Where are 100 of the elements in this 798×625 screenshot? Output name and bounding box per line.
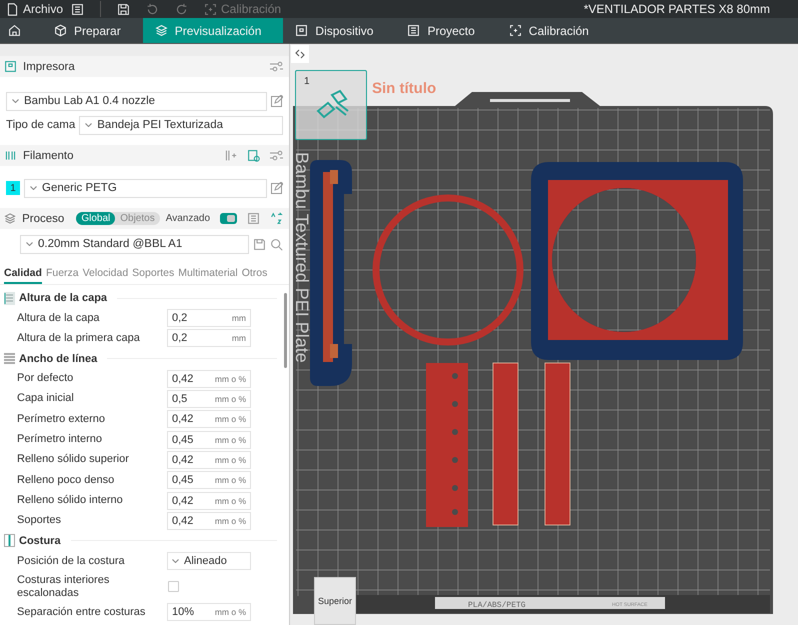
nav-tab[interactable]: Proyecto <box>395 18 497 43</box>
unit-label: mm o % <box>214 496 246 506</box>
value-field[interactable]: 0,45 mm o % <box>167 430 251 449</box>
unit-label: mm o % <box>214 374 246 384</box>
redo-icon <box>175 2 188 16</box>
menu-button[interactable] <box>71 2 84 16</box>
search-icon[interactable] <box>270 238 283 250</box>
nav-tab[interactable]: Preparar <box>42 18 143 43</box>
settings-tab[interactable]: Multimaterial <box>178 263 238 284</box>
unit-label: mm o % <box>214 607 246 618</box>
unit-label: mm o % <box>214 394 246 404</box>
layers-icon <box>154 24 168 37</box>
seam-position-select[interactable]: Alineado <box>167 552 251 570</box>
field-value: 10% <box>172 606 194 618</box>
settings-tab[interactable]: Calidad <box>4 263 42 284</box>
value-field[interactable]: 0,2 mm <box>167 309 251 328</box>
filament-slot[interactable]: 1 <box>6 181 20 195</box>
field-value: 0,42 <box>172 454 194 466</box>
field-value: 0,2 <box>172 332 188 344</box>
setting-label: Perímetro externo <box>17 412 106 426</box>
setting-label: Costuras interiores escalonadas <box>17 574 110 600</box>
setting-label: Posición de la costura <box>17 554 126 568</box>
plate-label: Bambu Textured PEI Plate <box>292 152 312 363</box>
scope-option[interactable]: Global <box>76 212 116 225</box>
settings-icon[interactable] <box>270 61 283 72</box>
setting-label: Relleno sólido superior <box>17 453 130 467</box>
caret-icon <box>26 242 33 246</box>
setting-label: Separación entre costuras <box>17 606 146 619</box>
setting-label: Soportes <box>17 514 62 528</box>
seam-icon <box>4 534 15 548</box>
field-label: Tipo de cama <box>6 119 76 131</box>
save-icon[interactable] <box>253 238 266 250</box>
settings-tab[interactable]: Velocidad <box>82 263 128 284</box>
add-filament-icon[interactable] <box>224 149 237 162</box>
scope-toggle[interactable]: Global Objetos <box>76 212 160 225</box>
field-value: 0,42 <box>172 372 194 385</box>
value-field[interactable]: 0,45 mm o % <box>167 471 251 490</box>
group-title: Altura de la capa <box>19 292 108 304</box>
checkbox[interactable] <box>168 581 179 592</box>
settings-icon[interactable] <box>270 150 283 161</box>
section-title: Impresora <box>23 60 75 72</box>
value-field[interactable]: 0,2 mm <box>167 329 251 348</box>
setting-label: Altura de la capa <box>17 312 101 325</box>
nav-tab[interactable]: Dispositivo <box>283 18 396 43</box>
field-value: 0,42 <box>172 413 194 426</box>
value-field[interactable]: 0,5 mm o % <box>167 390 251 408</box>
value-field[interactable]: 0,42 mm o % <box>167 370 251 388</box>
edit-icon[interactable] <box>271 182 283 194</box>
layers-icon <box>4 212 16 225</box>
value-field[interactable]: 10% mm o % <box>167 603 251 622</box>
value-field[interactable]: 0,42 mm o % <box>167 512 251 530</box>
edit-icon[interactable] <box>271 95 283 107</box>
field-value: 0,5 <box>172 393 188 406</box>
value-field[interactable]: 0,42 mm o % <box>167 450 251 469</box>
unit-label: mm o % <box>214 454 246 465</box>
settings-tab[interactable]: Otros <box>242 263 268 284</box>
plate-material-label: PLA/ABS/PETG <box>468 601 526 610</box>
filament-sync-icon[interactable] <box>247 149 260 162</box>
value-field[interactable]: 0,42 mm o % <box>167 492 251 510</box>
line-width-icon <box>4 352 15 366</box>
advanced-switch[interactable] <box>220 213 237 224</box>
caret-icon <box>30 186 37 190</box>
save-icon <box>117 2 130 16</box>
cube-icon <box>54 24 67 37</box>
project-name-overlay: Sin título <box>372 80 436 97</box>
project-title: *VENTILADOR PARTES X8 80mm <box>584 2 771 16</box>
process-preset-select[interactable]: 0.20mm Standard @BBL A1 <box>20 234 249 254</box>
file-menu[interactable]: Archivo <box>6 2 64 16</box>
calibration-icon <box>204 2 218 16</box>
field-value: 0,45 <box>172 434 194 446</box>
settings-tab[interactable]: Fuerza <box>46 263 79 284</box>
printer-select[interactable]: Bambu Lab A1 0.4 nozzle <box>6 92 267 110</box>
field-value: 0,42 <box>172 514 194 527</box>
filament-select[interactable]: Generic PETG <box>24 178 267 198</box>
view-cube-label: Superior <box>318 596 352 606</box>
unit-label: mm o % <box>214 475 246 486</box>
group-title: Ancho de línea <box>19 352 98 365</box>
section-title: Proceso <box>22 212 64 224</box>
scrollbar-thumb[interactable] <box>284 293 286 368</box>
settings-tab[interactable]: Soportes <box>132 263 174 284</box>
unit-label: mm <box>232 333 246 344</box>
nav-tab[interactable]: Calibración <box>496 18 601 43</box>
unit-label: mm o % <box>214 516 246 526</box>
group-title: Costura <box>19 534 61 547</box>
list-icon <box>407 24 420 37</box>
value-field[interactable]: 0,42 mm o % <box>167 410 251 428</box>
calibration-icon <box>508 24 522 37</box>
bed-type-select[interactable]: Bandeja PEI Texturizada <box>79 116 283 134</box>
plate-thumbnail[interactable]: 1 <box>295 70 367 140</box>
unit-label: mm o % <box>214 414 246 424</box>
filament-icon <box>4 149 17 162</box>
setting-label: Perímetro interno <box>17 433 103 446</box>
collapse-button[interactable] <box>291 45 309 63</box>
save-button[interactable] <box>117 2 130 16</box>
list-icon[interactable] <box>247 212 260 225</box>
printer-icon <box>4 60 17 73</box>
setting-label: Por defecto <box>17 372 74 386</box>
caret-icon <box>12 99 19 103</box>
code-icon <box>295 49 305 59</box>
view-cube[interactable]: Superior <box>314 577 356 625</box>
